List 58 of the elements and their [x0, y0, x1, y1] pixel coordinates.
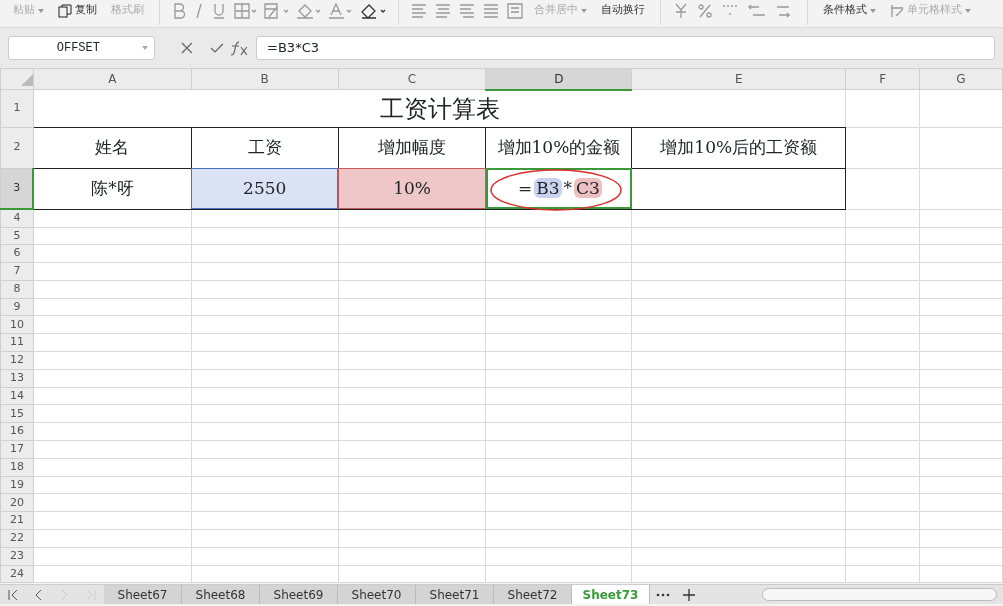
- percent-icon[interactable]: [697, 2, 713, 19]
- cell-format-icon[interactable]: [264, 2, 288, 19]
- align-icon[interactable]: [435, 3, 451, 18]
- currency-icon[interactable]: [673, 2, 689, 19]
- align-icon[interactable]: [411, 3, 427, 18]
- sheet-tab[interactable]: Sheet73: [572, 585, 650, 605]
- sheet-tab[interactable]: Sheet67: [104, 585, 182, 605]
- table-cell: 10%: [338, 168, 486, 209]
- toolbar-button[interactable]: 自动换行: [598, 2, 648, 19]
- underline-icon[interactable]: [212, 2, 226, 19]
- italic-icon[interactable]: [194, 2, 204, 19]
- column-header[interactable]: F: [845, 68, 920, 90]
- add-icon[interactable]: [683, 588, 695, 601]
- more-icon[interactable]: [656, 592, 670, 597]
- text-direction-icon[interactable]: [507, 2, 523, 19]
- caret-icon: [581, 8, 587, 13]
- toolbar-button[interactable]: 复制: [55, 2, 100, 19]
- column-header[interactable]: E: [631, 68, 846, 90]
- first-sheet-icon[interactable]: [7, 588, 19, 601]
- fill-color-icon[interactable]: [296, 2, 320, 19]
- toolbar-button[interactable]: 条件格式: [820, 2, 879, 19]
- decimal-increase-icon[interactable]: [747, 2, 767, 19]
- last-sheet-icon[interactable]: [85, 588, 97, 601]
- row-header[interactable]: 3: [0, 168, 34, 209]
- sheet-tab[interactable]: Sheet70: [338, 585, 416, 605]
- column-header[interactable]: G: [919, 68, 1003, 90]
- caret-icon: [38, 8, 44, 13]
- align-icon[interactable]: [483, 3, 499, 18]
- eraser-icon[interactable]: [360, 2, 386, 19]
- name-box[interactable]: OFFSET: [8, 36, 155, 60]
- column-header[interactable]: B: [191, 68, 339, 90]
- horizontal-scrollbar[interactable]: [762, 588, 997, 602]
- column-header[interactable]: D: [485, 68, 632, 90]
- select-all-icon[interactable]: [20, 73, 33, 86]
- cancel-icon[interactable]: [180, 42, 193, 54]
- table-cell: 2550: [191, 168, 339, 209]
- bold-icon[interactable]: [172, 2, 186, 19]
- row-header[interactable]: 2: [0, 127, 34, 168]
- active-cell[interactable]: = B3 * C3: [485, 168, 632, 209]
- table-cell: 姓名: [33, 127, 192, 168]
- sheet-tab[interactable]: Sheet72: [494, 585, 572, 605]
- caret-icon: [965, 8, 971, 13]
- sheet-title: 工资计算表: [33, 89, 846, 127]
- caret-icon: [870, 8, 876, 13]
- border-icon[interactable]: [234, 2, 256, 19]
- column-header[interactable]: C: [338, 68, 486, 90]
- align-icon[interactable]: [459, 3, 475, 18]
- confirm-icon[interactable]: [210, 42, 225, 54]
- copy-icon: [58, 3, 72, 18]
- table-cell: 增加10%后的工资额: [631, 127, 846, 168]
- row-header[interactable]: 1: [0, 89, 34, 127]
- sheet-tab[interactable]: Sheet68: [182, 585, 260, 605]
- column-header[interactable]: A: [33, 68, 192, 90]
- font-color-icon[interactable]: [328, 2, 352, 19]
- sheet-tab[interactable]: Sheet69: [260, 585, 338, 605]
- formula-field[interactable]: =B3*C3: [256, 36, 995, 60]
- sheet-tab[interactable]: Sheet71: [416, 585, 494, 605]
- dropdown-icon: [141, 46, 148, 50]
